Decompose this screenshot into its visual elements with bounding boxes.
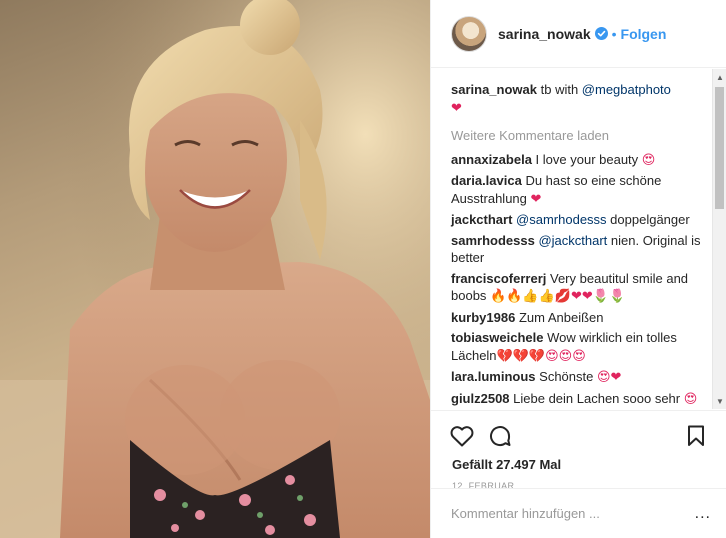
comment-emoji: 💔💔💔😍😍😍 [496,348,586,364]
comment-item: franciscoferrerj Very beautitul smile an… [451,270,711,306]
comment-text: Schönste [535,369,597,384]
comment-item: tobiasweichele Wow wirklich ein tolles L… [451,329,711,365]
comment-item: samrhodesss @jackcthart nien. Original i… [451,232,711,267]
comment-text: Zum Anbeißen [515,309,604,325]
caption-text: tb with [537,82,582,97]
load-more-comments-button[interactable]: Weitere Kommentare laden [451,127,711,145]
post-actions: Gefällt 27.497 Mal 12. FEBRUAR [431,410,726,491]
scroll-down-arrow-icon[interactable]: ▼ [713,393,726,409]
comment-emoji: 😍❤ [596,370,622,385]
bookmark-icon [688,425,704,446]
comment-username[interactable]: daria.lavica [451,173,522,188]
comment-text-after: doppelgänger [606,212,690,227]
heart-outline-icon [450,426,474,447]
follow-button[interactable]: Folgen [621,26,667,42]
save-button[interactable] [681,421,711,451]
post-side-panel: sarina_nowak • Folgen sarina_nowak tb wi… [430,0,726,538]
comment-button[interactable] [485,421,515,451]
comment-text: I love your beauty [531,151,642,167]
more-options-button[interactable]: ... [695,505,711,523]
caption: sarina_nowak tb with @megbatphoto ❤ [451,81,711,117]
comment-item: annaxizabela I love your beauty 😍 [451,151,711,170]
comment-text: Liebe dein Lachen sooo sehr [509,390,684,406]
comment-item: lara.luminous Schönste 😍❤ [451,368,711,387]
comment-username[interactable]: franciscoferrerj [451,271,546,286]
comment-item: jackcthart @samrhodesss doppelgänger [451,211,711,229]
comment-input[interactable] [451,506,695,521]
likes-count[interactable]: Gefällt 27.497 Mal [447,457,711,472]
caption-heart-emoji: ❤ [451,100,462,116]
verified-badge-icon [594,27,608,40]
separator-dot: • [611,25,617,42]
comments-list[interactable]: sarina_nowak tb with @megbatphoto ❤ Weit… [431,69,719,409]
comment-emoji: 🔥🔥👍👍💋❤❤🌷🌷 [490,289,626,304]
comment-username[interactable]: tobiasweichele [451,330,543,345]
header-username[interactable]: sarina_nowak [498,26,591,42]
speech-bubble-icon [490,426,511,447]
comment-username[interactable]: jackcthart [451,212,512,227]
scrollbar-thumb[interactable] [715,87,724,209]
comments-scrollbar[interactable]: ▲ ▼ [712,69,726,409]
caption-mention[interactable]: @megbatphoto [582,82,671,97]
comment-emoji: 😍 [683,391,698,407]
comment-item: daria.lavica Du hast so eine schöne Auss… [451,172,711,208]
post-photo[interactable] [0,0,430,538]
comment-emoji: 😍 [641,152,656,168]
add-comment-bar: ... [431,488,726,538]
comment-mention[interactable]: @jackcthart [538,233,607,248]
photo-illustration [0,0,430,538]
comment-username[interactable]: annaxizabela [451,152,532,167]
comment-item: kurby1986 Zum Anbeißen [451,309,711,327]
comment-item: giulz2508 Liebe dein Lachen sooo sehr 😍 [451,390,711,409]
like-button[interactable] [447,421,477,451]
post-header: sarina_nowak • Folgen [431,0,726,68]
action-icons-row [447,419,711,453]
avatar[interactable] [451,15,487,52]
comment-username[interactable]: giulz2508 [451,391,510,406]
comment-username[interactable]: lara.luminous [451,369,536,384]
instagram-post-view: sarina_nowak • Folgen sarina_nowak tb wi… [0,0,726,538]
comment-username[interactable]: samrhodesss [451,233,535,248]
comment-username[interactable]: kurby1986 [451,310,515,325]
comment-mention[interactable]: @samrhodesss [516,212,607,227]
caption-username[interactable]: sarina_nowak [451,82,537,97]
comment-emoji: ❤ [530,191,542,207]
scroll-up-arrow-icon[interactable]: ▲ [713,69,726,85]
